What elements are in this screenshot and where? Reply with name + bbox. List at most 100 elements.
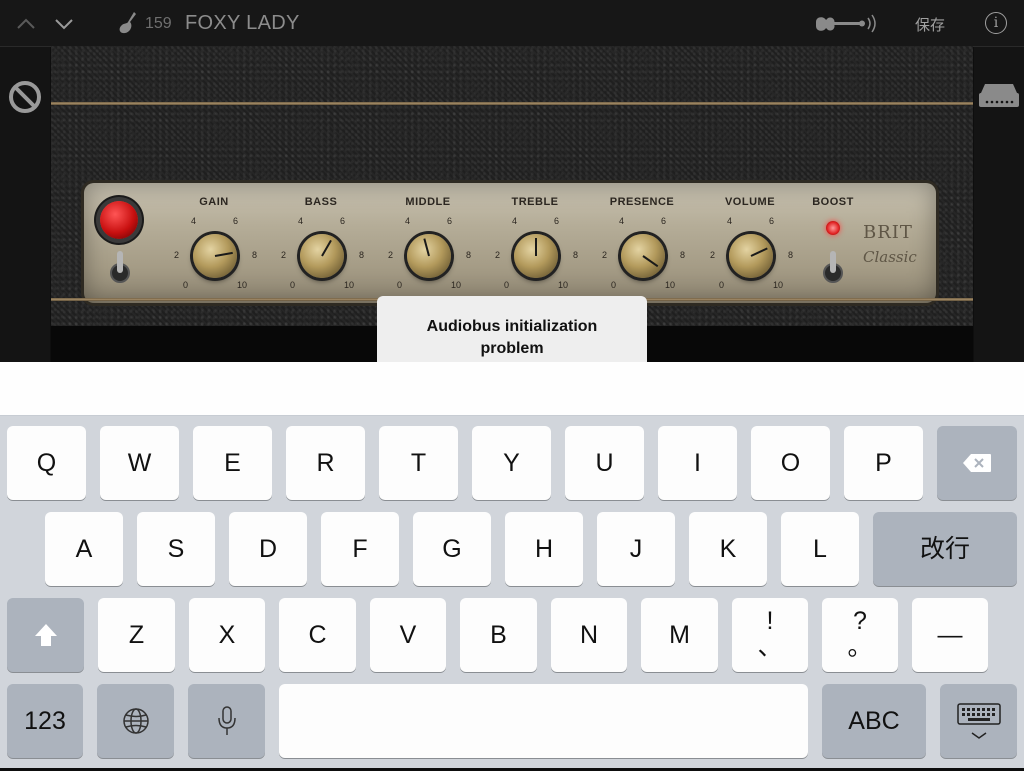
key-y[interactable]: Y (472, 426, 551, 500)
tick-label: 4 (512, 216, 518, 226)
key-x[interactable]: X (189, 598, 265, 672)
tick-label: 6 (661, 216, 667, 226)
standby-toggle[interactable] (109, 249, 131, 283)
shift-arrow-icon (34, 624, 57, 646)
previous-preset-button[interactable] (14, 12, 38, 36)
key-c[interactable]: C (279, 598, 356, 672)
key-h[interactable]: H (505, 512, 583, 586)
tick-label: 0 (290, 280, 296, 290)
treble-knob[interactable] (514, 234, 558, 278)
key-top-char: ? (853, 607, 867, 635)
tick-label: 10 (665, 280, 676, 290)
key-r[interactable]: R (286, 426, 365, 500)
space-key[interactable] (279, 684, 808, 758)
gain-knob[interactable] (193, 234, 237, 278)
tick-label: 6 (447, 216, 453, 226)
key-i[interactable]: I (658, 426, 737, 500)
key-o[interactable]: O (751, 426, 830, 500)
middle-knob[interactable] (407, 234, 451, 278)
tick-label: 10 (773, 280, 784, 290)
tick-label: 10 (344, 280, 355, 290)
brand-name: BRIT (863, 222, 913, 243)
globe-key[interactable] (97, 684, 174, 758)
key-n[interactable]: N (551, 598, 627, 672)
key-l[interactable]: L (781, 512, 859, 586)
presence-knob[interactable] (621, 234, 665, 278)
tick-label: 2 (281, 250, 287, 260)
key-z[interactable]: Z (98, 598, 175, 672)
key-exclaim-comma[interactable]: ! 、 (732, 598, 808, 672)
tick-label: 2 (495, 250, 501, 260)
save-button[interactable]: 保存 (915, 14, 945, 35)
tick-label: 8 (466, 250, 472, 260)
tick-label: 4 (191, 216, 197, 226)
preset-name[interactable]: FOXY LADY (185, 12, 300, 35)
gain-label: GAIN (199, 196, 229, 208)
power-light[interactable] (100, 201, 138, 239)
bypass-icon[interactable] (8, 80, 42, 119)
amp-head-icon[interactable] (977, 81, 1021, 116)
popup-message-line1: Audiobus initialization (426, 318, 598, 335)
key-e[interactable]: E (193, 426, 272, 500)
boost-label: BOOST (812, 196, 854, 208)
guitar-input-icon[interactable] (814, 12, 880, 41)
tick-label: 4 (298, 216, 304, 226)
tick-label: 6 (769, 216, 775, 226)
backspace-key[interactable] (937, 426, 1017, 500)
chevron-down-icon (55, 19, 73, 30)
shift-key[interactable] (7, 598, 84, 672)
amp-piping (51, 102, 973, 105)
tick-label: 2 (710, 250, 716, 260)
key-q[interactable]: Q (7, 426, 86, 500)
key-bottom-char: 。 (847, 633, 873, 661)
key-w[interactable]: W (100, 426, 179, 500)
key-s[interactable]: S (137, 512, 215, 586)
volume-knob[interactable] (729, 234, 773, 278)
key-m[interactable]: M (641, 598, 718, 672)
boost-toggle[interactable] (822, 249, 844, 283)
left-panel (0, 47, 50, 362)
keyboard-dismiss-icon (956, 703, 1001, 739)
text-input-field[interactable] (0, 362, 1024, 416)
key-k[interactable]: K (689, 512, 767, 586)
tick-label: 0 (397, 280, 403, 290)
dismiss-keyboard-key[interactable] (940, 684, 1017, 758)
microphone-icon (217, 706, 236, 735)
numbers-key[interactable]: 123 (7, 684, 83, 758)
tick-label: 6 (233, 216, 239, 226)
popup-message: Audiobus initialization problem (377, 316, 647, 360)
middle-label: MIDDLE (405, 196, 451, 208)
key-f[interactable]: F (321, 512, 399, 586)
key-a[interactable]: A (45, 512, 123, 586)
key-u[interactable]: U (565, 426, 644, 500)
return-key[interactable]: 改行 (873, 512, 1017, 586)
tick-label: 4 (727, 216, 733, 226)
key-dash[interactable]: — (912, 598, 988, 672)
globe-icon (122, 708, 149, 734)
tick-label: 2 (602, 250, 608, 260)
key-v[interactable]: V (370, 598, 446, 672)
tick-label: 0 (504, 280, 510, 290)
bass-label: BASS (304, 196, 338, 208)
key-t[interactable]: T (379, 426, 458, 500)
key-d[interactable]: D (229, 512, 307, 586)
key-question-period[interactable]: ? 。 (822, 598, 898, 672)
tick-label: 8 (788, 250, 794, 260)
tick-label: 0 (719, 280, 725, 290)
key-p[interactable]: P (844, 426, 923, 500)
top-bar: 159 FOXY LADY 保存 i (0, 0, 1024, 47)
info-icon[interactable]: i (985, 12, 1007, 34)
next-preset-button[interactable] (52, 12, 76, 36)
key-j[interactable]: J (597, 512, 675, 586)
key-b[interactable]: B (460, 598, 537, 672)
abc-key[interactable]: ABC (822, 684, 926, 758)
tick-label: 4 (619, 216, 625, 226)
key-bottom-char: 、 (757, 633, 783, 661)
guitar-icon (118, 10, 140, 41)
tick-label: 10 (558, 280, 569, 290)
bass-knob[interactable] (300, 234, 344, 278)
key-g[interactable]: G (413, 512, 491, 586)
dictation-key[interactable] (188, 684, 265, 758)
tick-label: 8 (359, 250, 365, 260)
tick-label: 8 (680, 250, 686, 260)
